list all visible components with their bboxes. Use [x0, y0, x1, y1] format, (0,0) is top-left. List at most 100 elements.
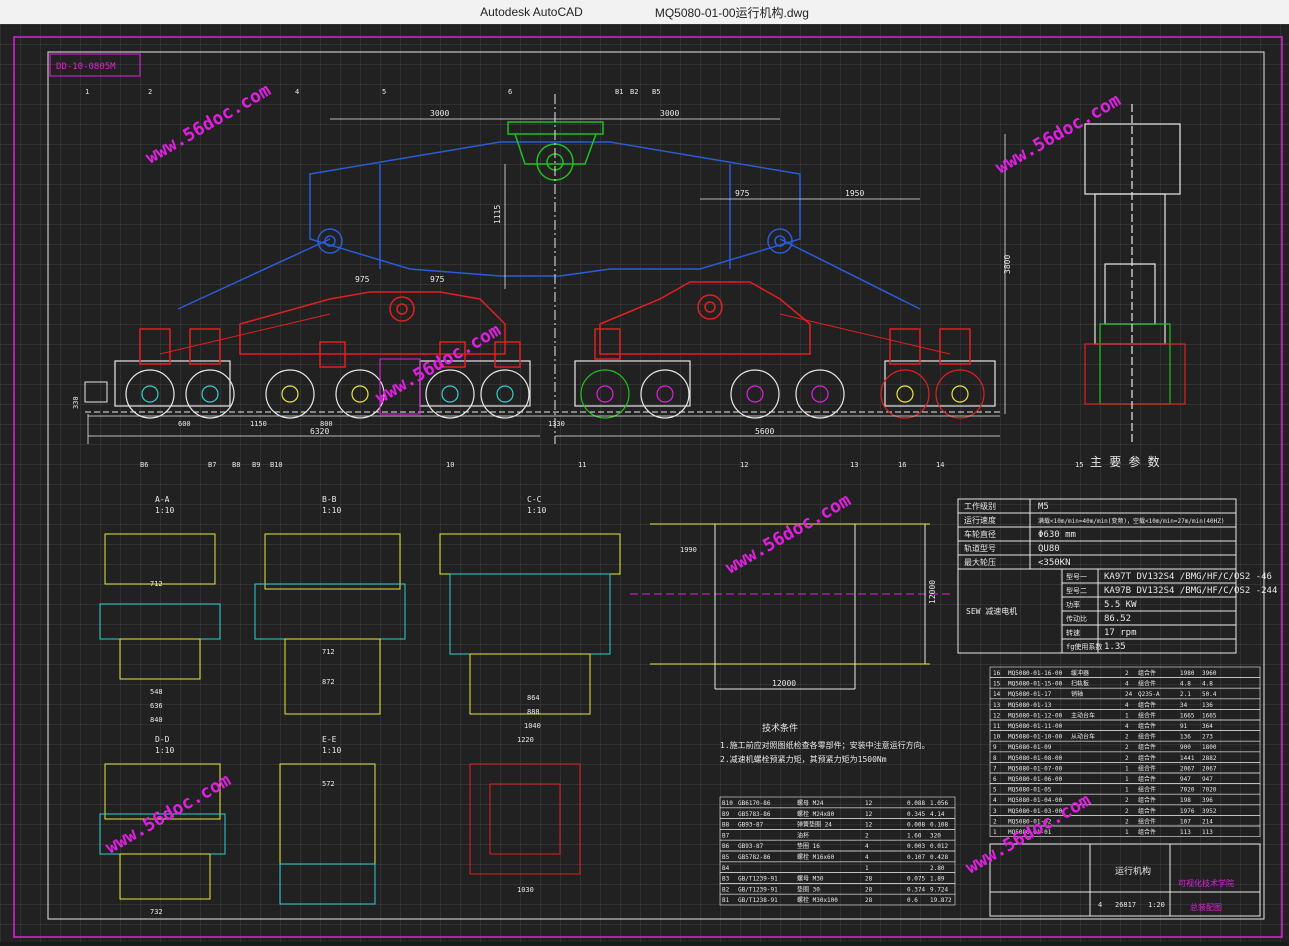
std-cell: 螺栓 M24x80	[797, 810, 835, 818]
parts-cell: MQ5080-01-12-00	[1008, 712, 1063, 719]
sew-label: 型号一	[1066, 572, 1087, 581]
sew-value: KA97T DV132S4 /BMG/HF/C/OS2 -46	[1104, 572, 1272, 582]
cad-drawing[interactable]: DD-10-0805M 3000 3000 975 1950 3800 1115…	[0, 24, 1289, 942]
sew-value: 17 rpm	[1104, 628, 1137, 638]
parts-cell: 10	[993, 734, 1001, 741]
std-cell: GB/T1238-91	[738, 897, 778, 904]
parts-cell: 缓冲器	[1071, 669, 1089, 677]
parts-cell: 组合件	[1138, 764, 1156, 772]
callout-14: 14	[936, 461, 944, 469]
parts-cell: 组合件	[1138, 796, 1156, 804]
section-ee-scale: 1:10	[322, 746, 341, 755]
parts-cell: 7	[993, 765, 997, 772]
title-dwg: 总装配图	[1190, 902, 1222, 912]
params-value: 满载<10m/min=40m/min(变频)，空载<10m/min=27m/mi…	[1038, 517, 1225, 525]
parts-cell: 3960	[1202, 670, 1217, 677]
parts-cell: 16	[993, 670, 1001, 677]
std-cell: GB5782-86	[738, 854, 771, 861]
std-cell: 1.60	[907, 832, 922, 839]
parts-cell: MQ5080-01-08-00	[1008, 755, 1063, 762]
section-cc-title: C-C	[527, 495, 542, 504]
callout-b6: B6	[140, 461, 148, 469]
parts-cell: 91	[1180, 723, 1188, 730]
tech-note-1: 1.施工前应对照图纸检查各零部件；安装中注意运行方向。	[720, 740, 930, 750]
dim-1150: 1150	[250, 420, 267, 428]
bottom-dimensions	[87, 414, 1000, 444]
parts-cell: 2	[1125, 818, 1129, 825]
callout-4: 4	[295, 88, 299, 96]
parts-cell: 3	[993, 808, 997, 815]
dim-1220: 1220	[517, 736, 534, 744]
plan-dim-12000-v: 12000	[928, 580, 937, 604]
title-company: 可视化技术学院	[1178, 878, 1234, 888]
parts-cell: MQ5080-01-07-00	[1008, 765, 1063, 772]
params-label: 运行速度	[964, 515, 996, 525]
callout-16: 16	[898, 461, 906, 469]
section-aa-title: A-A	[155, 495, 170, 504]
std-cell: 4	[865, 843, 869, 850]
std-cell: 2	[865, 832, 869, 839]
std-cell: 9.724	[930, 886, 948, 893]
params-row	[957, 554, 1237, 570]
watermark: www.56doc.com	[142, 80, 275, 169]
parts-cell: 组合件	[1138, 680, 1156, 688]
std-cell: GB93-87	[738, 843, 764, 850]
dim-975-b: 975	[355, 275, 370, 284]
std-row	[719, 861, 956, 873]
dim-3800: 3800	[1003, 255, 1012, 274]
parts-cell: 947	[1180, 776, 1191, 783]
side-view[interactable]	[1084, 104, 1186, 444]
parts-cell: 2067	[1202, 765, 1217, 772]
std-cell: 4	[865, 854, 869, 861]
std-cell: 19.872	[930, 897, 952, 904]
callout-b10: B10	[270, 461, 283, 469]
title-scale: 1:20	[1148, 901, 1165, 909]
parts-cell: MQ5080-01-11-00	[1008, 723, 1063, 730]
dim-975-c: 975	[430, 275, 445, 284]
dim-636: 636	[150, 702, 163, 710]
std-cell: 0.107	[907, 854, 925, 861]
dim-1950: 1950	[845, 189, 864, 198]
sew-value: KA97B DV132S4 /BMG/HF/C/OS2 -244	[1104, 586, 1277, 596]
rail-plan-view[interactable]	[630, 523, 950, 690]
std-cell: 垫圈 30	[797, 885, 820, 893]
std-cell: B9	[722, 811, 730, 818]
std-cell: 28	[865, 897, 873, 904]
sew-label: 功率	[1066, 600, 1080, 609]
dim-732: 732	[150, 908, 163, 916]
parts-cell: Q235-A	[1138, 691, 1160, 698]
dim-864: 864	[527, 694, 540, 702]
callout-b8: B8	[232, 461, 240, 469]
params-label: 最大轮压	[964, 557, 996, 567]
parts-cell: 4	[993, 797, 997, 804]
std-cell: B10	[722, 800, 733, 807]
parts-cell: MQ5080-01-17	[1008, 691, 1052, 698]
dim-572: 572	[322, 780, 335, 788]
std-cell: 0.428	[930, 854, 948, 861]
std-cell: 0.012	[930, 843, 948, 850]
params-label: 轨道型号	[964, 543, 996, 553]
std-cell: B3	[722, 876, 730, 883]
bogie-tie-right	[779, 313, 951, 355]
parts-cell: 组合件	[1138, 701, 1156, 709]
parts-cell: 组合件	[1138, 669, 1156, 677]
dim-888: 888	[527, 708, 540, 716]
right-bogie-equalizer[interactable]	[599, 281, 811, 355]
title-weight: 26817	[1115, 901, 1136, 909]
section-cc-scale: 1:10	[527, 506, 546, 515]
dim-548: 548	[150, 688, 163, 696]
parts-cell: 4	[1125, 723, 1129, 730]
section-views[interactable]	[99, 533, 621, 905]
parts-cell: 组合件	[1138, 722, 1156, 730]
std-cell: 12	[865, 811, 873, 818]
std-cell: 0.075	[907, 876, 925, 883]
params-title: 主 要 参 数	[1090, 454, 1160, 469]
section-bb-scale: 1:10	[322, 506, 341, 515]
dim-712b: 712	[322, 648, 335, 656]
std-cell: 320	[930, 832, 941, 839]
section-dimensions: 712 548 636 840 712 872 864 888 1040 732…	[150, 580, 541, 916]
parts-cell: 1	[1125, 787, 1129, 794]
callout-6: 6	[508, 88, 512, 96]
drawing-canvas[interactable]: DD-10-0805M 3000 3000 975 1950 3800 1115…	[0, 24, 1289, 942]
title-assembly: 运行机构	[1115, 865, 1151, 877]
